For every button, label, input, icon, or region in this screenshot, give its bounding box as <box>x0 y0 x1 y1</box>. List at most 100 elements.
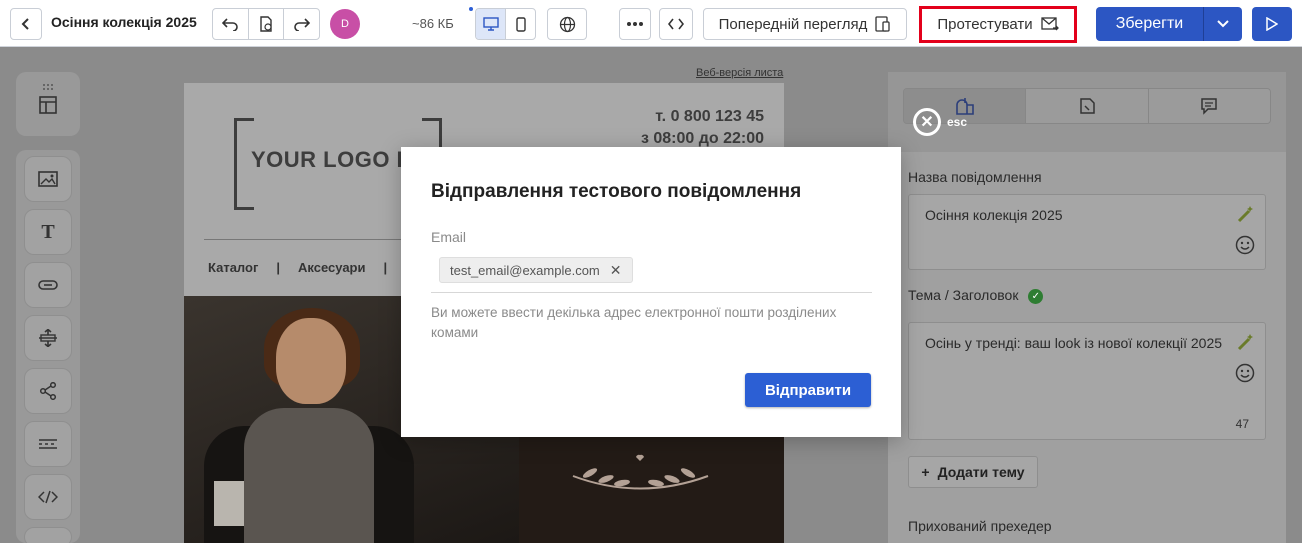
layout-tool-button[interactable] <box>24 82 72 128</box>
status-dot <box>469 7 473 11</box>
campaign-title[interactable]: Осіння колекція 2025 <box>51 14 197 30</box>
magic-wand-icon[interactable] <box>1237 205 1255 228</box>
email-field-hint: Ви можете ввести декілька адрес електрон… <box>431 305 837 340</box>
undo-icon <box>222 18 239 31</box>
more-button[interactable] <box>619 8 651 40</box>
language-button[interactable] <box>547 8 587 40</box>
user-avatar[interactable]: D <box>330 9 360 39</box>
share-icon <box>39 382 57 400</box>
message-name-label: Назва повідомлення <box>908 169 1042 185</box>
desktop-icon <box>482 17 499 31</box>
subject-value: Осінь у тренді: ваш look із нової колекц… <box>925 335 1223 351</box>
menu-item-accessories[interactable]: Аксесуари <box>298 260 365 275</box>
history-group <box>212 8 320 40</box>
menu-separator: | <box>276 260 281 275</box>
email-recipients-field[interactable]: test_email@example.com ✕ <box>431 255 872 293</box>
subject-label-row: Тема / Заголовок ✓ <box>908 287 1044 304</box>
message-name-value: Осіння колекція 2025 <box>925 207 1063 223</box>
save-button-group: Зберегти <box>1096 7 1242 41</box>
contact-block: т. 0 800 123 45 з 08:00 до 22:00 <box>641 106 764 150</box>
top-toolbar: Осіння колекція 2025 D ~86 КБ Попередній… <box>0 0 1302 47</box>
code-view-button[interactable] <box>659 8 693 40</box>
send-test-button[interactable]: Відправити <box>745 373 871 407</box>
divider-tool-button[interactable] <box>24 421 72 467</box>
dialog-title: Відправлення тестового повідомлення <box>431 181 802 202</box>
preview-device-icon <box>875 16 891 32</box>
photo-cup <box>214 481 244 526</box>
message-settings-card: Назва повідомлення Осіння колекція 2025 … <box>888 152 1286 543</box>
menu-separator: | <box>383 260 388 275</box>
button-tool-button[interactable] <box>24 262 72 308</box>
emoji-icon[interactable] <box>1235 235 1255 260</box>
image-icon <box>38 171 58 187</box>
redo-icon <box>293 18 310 31</box>
comment-icon <box>1201 98 1218 115</box>
social-tool-button[interactable] <box>24 368 72 414</box>
tab-comments[interactable] <box>1148 89 1270 123</box>
button-block-icon <box>38 280 58 290</box>
email-menu: Каталог | Аксесуари | <box>208 260 387 275</box>
web-version-link[interactable]: Веб-версія листа <box>696 67 783 79</box>
launch-button[interactable] <box>1252 7 1292 41</box>
subject-char-count: 47 <box>1235 417 1249 431</box>
more-tools-button[interactable] <box>24 527 72 543</box>
email-chip: test_email@example.com ✕ <box>439 257 633 283</box>
text-icon: T <box>41 220 55 243</box>
image-tool-button[interactable] <box>24 156 72 202</box>
version-history-button[interactable] <box>249 9 285 39</box>
magic-wand-icon[interactable] <box>1237 333 1255 356</box>
preview-label: Попередній перегляд <box>718 15 868 33</box>
html-tool-button[interactable] <box>24 474 72 520</box>
chevron-down-icon <box>1217 20 1229 28</box>
contact-phone: т. 0 800 123 45 <box>655 108 764 125</box>
spacer-tool-button[interactable] <box>24 315 72 361</box>
layout-icon <box>39 96 57 114</box>
mobile-view-button[interactable] <box>505 9 535 39</box>
subject-label: Тема / Заголовок <box>908 287 1019 303</box>
test-send-dialog: Відправлення тестового повідомлення Emai… <box>401 147 901 437</box>
desktop-view-button[interactable] <box>476 9 505 39</box>
spacer-icon <box>39 329 57 347</box>
check-circle-icon: ✓ <box>1028 288 1044 304</box>
photo-sweater <box>244 408 374 543</box>
code-icon <box>668 18 684 30</box>
undo-button[interactable] <box>213 9 249 39</box>
save-button[interactable]: Зберегти <box>1096 7 1204 41</box>
plus-icon: + <box>921 464 930 480</box>
preview-button[interactable]: Попередній перегляд <box>703 8 907 40</box>
content-tool-panel: T <box>16 150 80 543</box>
more-dots-icon <box>627 22 643 26</box>
save-options-button[interactable] <box>1204 7 1242 41</box>
play-icon <box>1266 17 1278 31</box>
preheader-label: Прихований прехедер <box>908 518 1052 534</box>
esc-label: esc <box>947 115 968 129</box>
floral-ornament-icon <box>572 454 709 490</box>
message-name-input[interactable]: Осіння колекція 2025 <box>908 194 1266 270</box>
add-topic-label: Додати тему <box>937 464 1025 480</box>
settings-panel: Назва повідомлення Осіння колекція 2025 … <box>888 72 1286 543</box>
paint-icon <box>1080 98 1095 114</box>
device-toggle <box>475 8 536 40</box>
email-size-label: ~86 КБ <box>412 16 454 31</box>
emoji-icon[interactable] <box>1235 363 1255 388</box>
globe-icon <box>559 16 575 32</box>
email-field-label: Email <box>431 229 467 245</box>
back-button[interactable] <box>10 8 42 40</box>
focus-highlight-box <box>919 6 1077 43</box>
photo-face <box>276 318 346 404</box>
close-icon: ✕ <box>913 108 941 136</box>
document-history-icon <box>260 16 272 32</box>
redo-button[interactable] <box>284 9 319 39</box>
divider-icon <box>39 439 57 449</box>
email-chip-text: test_email@example.com <box>450 262 600 278</box>
mobile-icon <box>515 16 526 32</box>
close-modal-button[interactable]: ✕ esc <box>913 108 967 136</box>
menu-item-catalog[interactable]: Каталог <box>208 260 258 275</box>
subject-input[interactable]: Осінь у тренді: ваш look із нової колекц… <box>908 322 1266 440</box>
add-topic-button[interactable]: + Додати тему <box>908 456 1038 488</box>
html-code-icon <box>38 490 58 504</box>
layout-tool-panel <box>16 72 80 136</box>
tab-style[interactable] <box>1026 89 1149 123</box>
remove-chip-icon[interactable]: ✕ <box>610 262 622 279</box>
text-tool-button[interactable]: T <box>24 209 72 255</box>
